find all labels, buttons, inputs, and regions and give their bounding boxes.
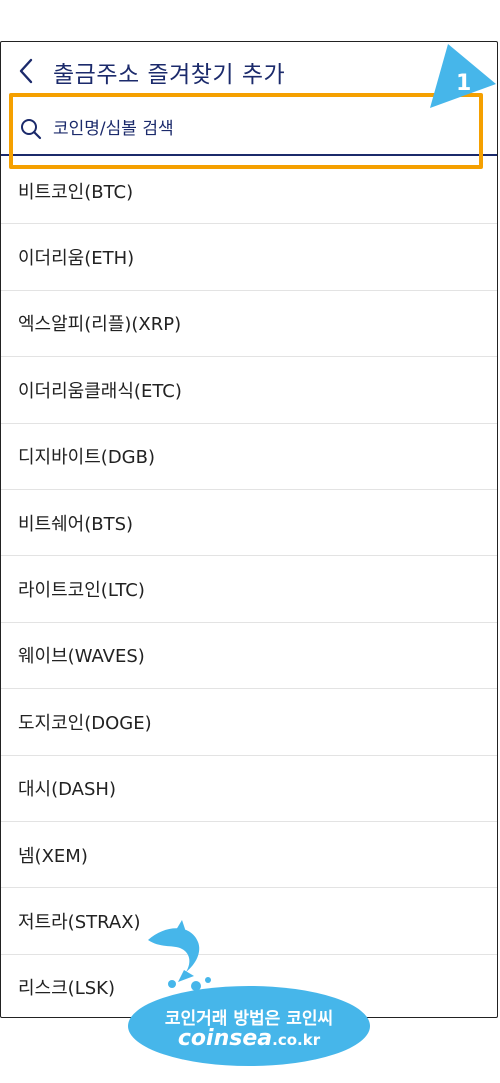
- coin-name: 이더리움(ETH): [18, 248, 135, 270]
- coin-list-item[interactable]: 도지코인(DOGE): [1, 689, 497, 756]
- coin-list-item[interactable]: 웨이브(WAVES): [1, 623, 497, 690]
- coin-name: 비트코인(BTC): [18, 181, 134, 203]
- coin-list-item[interactable]: 디지바이트(DGB): [1, 424, 497, 490]
- page-title: 출금주소 즐겨찾기 추가: [53, 62, 286, 88]
- coin-list-item[interactable]: 비트코인(BTC): [1, 158, 497, 225]
- watermark-line2: coinsea.co.kr: [128, 1026, 370, 1051]
- step-marker: 1: [430, 44, 496, 108]
- search-input[interactable]: [51, 112, 455, 146]
- watermark-site: coinsea: [177, 1026, 273, 1051]
- coin-name: 웨이브(WAVES): [18, 646, 145, 668]
- coin-list-item[interactable]: 저트라(STRAX): [1, 888, 497, 955]
- chevron-left-icon: [19, 58, 33, 84]
- coin-name: 엑스알피(리플)(XRP): [18, 314, 182, 336]
- watermark-domain: .co.kr: [272, 1031, 321, 1049]
- coin-list: 비트코인(BTC) 이더리움(ETH) 엑스알피(리플)(XRP) 이더리움클래식(E…: [1, 158, 497, 1017]
- coin-name: 비트쉐어(BTS): [18, 513, 134, 535]
- coin-name: 디지바이트(DGB): [18, 447, 156, 469]
- coin-list-item[interactable]: 이더리움(ETH): [1, 224, 497, 291]
- back-button[interactable]: [15, 56, 41, 86]
- search-icon: [21, 119, 42, 140]
- coin-name: 라이트코인(LTC): [18, 580, 145, 602]
- coin-list-item[interactable]: 넴(XEM): [1, 822, 497, 889]
- coin-list-item[interactable]: 이더리움클래식(ETC): [1, 357, 497, 424]
- coin-name: 도지코인(DOGE): [18, 712, 152, 734]
- coin-name: 대시(DASH): [18, 779, 116, 801]
- coin-name: 리스크(LSK): [18, 978, 115, 1000]
- coin-list-item[interactable]: 리스크(LSK): [1, 955, 497, 1017]
- step-marker-label: 1: [456, 71, 471, 96]
- coin-list-item[interactable]: 비트쉐어(BTS): [1, 490, 497, 557]
- header: 출금주소 즐겨찾기 추가: [1, 42, 497, 100]
- coin-name: 넴(XEM): [18, 845, 88, 867]
- coin-list-item[interactable]: 대시(DASH): [1, 756, 497, 822]
- search-bar[interactable]: [1, 100, 497, 156]
- app-screen: 출금주소 즐겨찾기 추가 비트코인(BTC) 이더리움(ETH) 엑스알피(리플)(…: [0, 41, 498, 1018]
- coin-name: 저트라(STRAX): [18, 911, 141, 933]
- coin-name: 이더리움클래식(ETC): [18, 380, 182, 402]
- coin-list-item[interactable]: 라이트코인(LTC): [1, 556, 497, 623]
- coin-list-item[interactable]: 엑스알피(리플)(XRP): [1, 291, 497, 358]
